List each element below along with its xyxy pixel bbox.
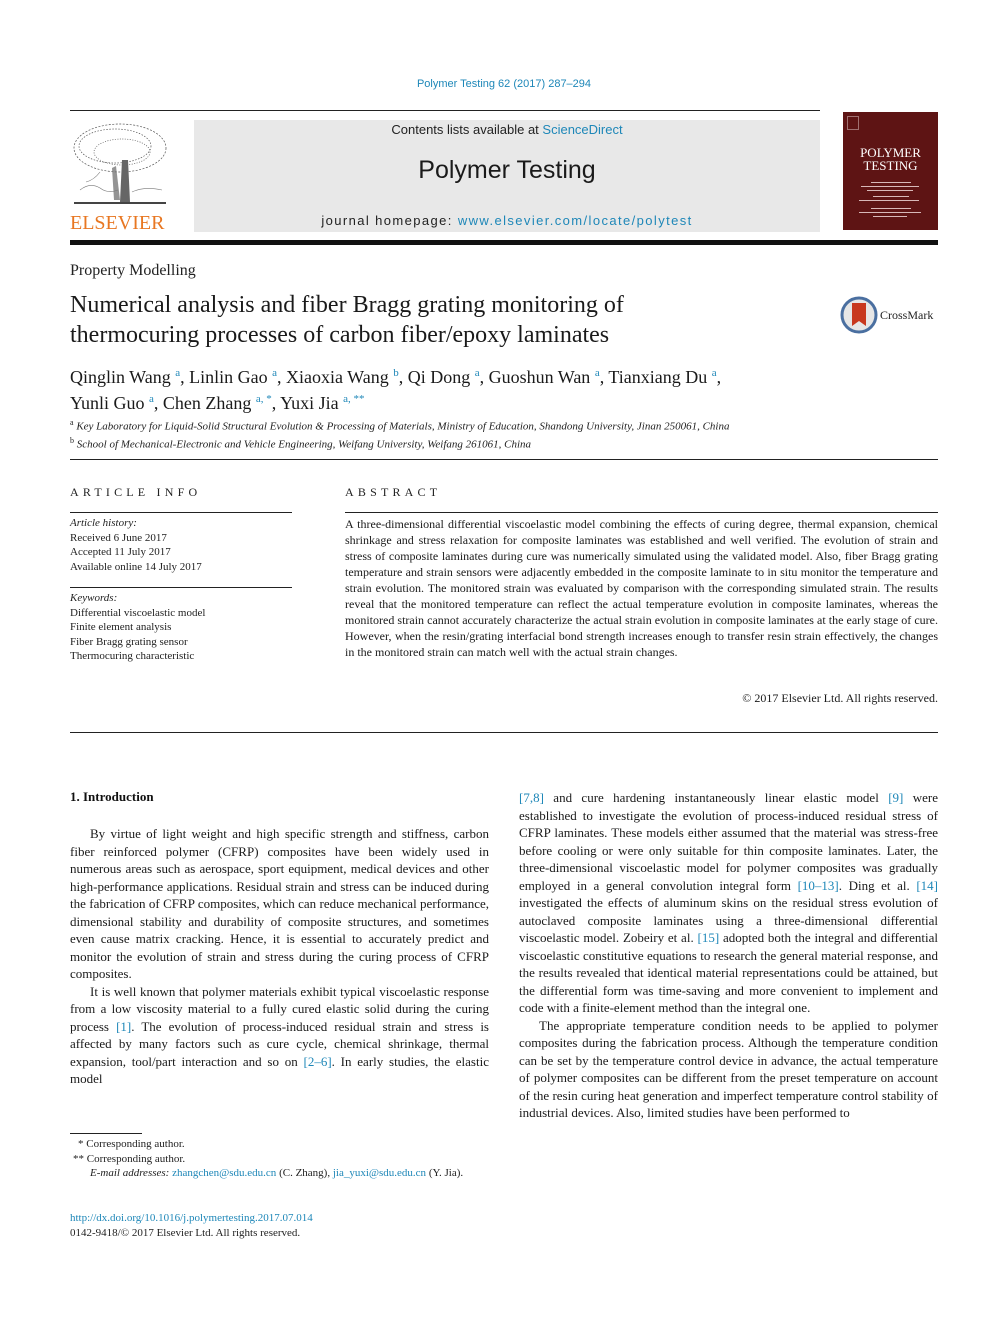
reference-link[interactable]: [10–13]: [798, 878, 839, 893]
email-link[interactable]: jia_yuxi@sdu.edu.cn: [333, 1167, 426, 1179]
article-info-rule: [70, 512, 292, 513]
article-history: Article history: Received 6 June 2017 Ac…: [70, 516, 295, 574]
keyword-item: Fiber Bragg grating sensor: [70, 635, 188, 648]
reference-link[interactable]: [7,8]: [519, 790, 544, 805]
abstract-heading: ABSTRACT: [345, 485, 442, 499]
doi-block: http://dx.doi.org/10.1016/j.polymertesti…: [70, 1211, 489, 1241]
abstract-divider: [70, 732, 938, 733]
footnote-corresponding-2: ** Corresponding author.: [73, 1152, 186, 1165]
reference-link[interactable]: [14]: [916, 878, 938, 893]
issn-copyright: 0142-9418/© 2017 Elsevier Ltd. All right…: [70, 1227, 301, 1239]
abstract-copyright: © 2017 Elsevier Ltd. All rights reserved…: [742, 691, 938, 705]
author-separator: ,: [716, 367, 722, 387]
keywords-rule: [70, 587, 292, 588]
article-section-label: Property Modelling: [70, 262, 196, 279]
history-accepted: Accepted 11 July 2017: [70, 546, 171, 558]
cover-title: POLYMER TESTING: [843, 146, 938, 172]
footnote-emails: E-mail addresses: zhangchen@sdu.edu.cn (…: [90, 1167, 464, 1179]
header-divider: [70, 459, 938, 460]
reference-link[interactable]: [2–6]: [304, 1054, 332, 1069]
author[interactable]: Xiaoxia Wang: [286, 367, 389, 387]
author-separator: ,: [180, 367, 190, 387]
journal-masthead: Contents lists available at ScienceDirec…: [194, 120, 820, 232]
paper-title-line1: Numerical analysis and fiber Bragg grati…: [70, 292, 624, 318]
footnote-rule: [70, 1133, 142, 1134]
author[interactable]: Linlin Gao: [189, 367, 268, 387]
affiliation-b: b School of Mechanical-Electronic and Ve…: [70, 435, 532, 451]
author-separator: ,: [398, 367, 408, 387]
cover-title-line2: TESTING: [863, 158, 918, 173]
abstract-rule: [345, 512, 938, 513]
keywords: Keywords: Differential viscoelastic mode…: [70, 591, 295, 664]
affiliations: a Key Laboratory for Liquid-Solid Struct…: [70, 416, 930, 451]
body-paragraph: By virtue of light weight and high speci…: [70, 826, 489, 981]
body-column-right: [7,8] and cure hardening instantaneously…: [519, 789, 938, 1122]
homepage-line: journal homepage: www.elsevier.com/locat…: [194, 213, 820, 228]
homepage-prefix: journal homepage:: [321, 213, 458, 228]
history-online: Available online 14 July 2017: [70, 560, 202, 573]
section-heading-introduction: 1. Introduction: [70, 789, 154, 804]
article-info-heading: ARTICLE INFO: [70, 485, 202, 499]
journal-citation-link[interactable]: Polymer Testing 62 (2017) 287–294: [0, 78, 992, 90]
journal-cover-thumbnail[interactable]: POLYMER TESTING: [843, 112, 938, 230]
cover-logo-icon: [847, 116, 859, 130]
affiliation-a: a Key Laboratory for Liquid-Solid Struct…: [70, 418, 730, 433]
article-history-label: Article history:: [70, 517, 137, 529]
email-link[interactable]: zhangchen@sdu.edu.cn: [172, 1167, 276, 1179]
author[interactable]: Qi Dong: [408, 367, 471, 387]
abstract-text: A three-dimensional differential viscoel…: [345, 517, 938, 659]
footnote-corresponding-1: * Corresponding author.: [78, 1138, 185, 1150]
author[interactable]: Tianxiang Du: [608, 367, 707, 387]
elsevier-wordmark: ELSEVIER: [70, 212, 165, 234]
journal-title: Polymer Testing: [418, 156, 596, 184]
author-separator: ,: [271, 393, 281, 413]
header-rule: [70, 110, 820, 111]
body-paragraph: It is well known that polymer materials …: [70, 983, 489, 1087]
paper-title-line2: thermocuring processes of carbon fiber/e…: [70, 322, 610, 348]
body-paragraph: [7,8] and cure hardening instantaneously…: [519, 790, 938, 1015]
crossmark-label: CrossMark: [880, 308, 934, 322]
reference-link[interactable]: [9]: [888, 790, 903, 805]
contents-prefix: Contents lists available at: [391, 122, 543, 137]
keyword-item: Finite element analysis: [70, 621, 172, 633]
author-separator: ,: [479, 367, 489, 387]
author-list: Qinglin Wang a, Linlin Gao a, Xiaoxia Wa…: [70, 362, 930, 414]
author[interactable]: Chen Zhang: [163, 393, 251, 413]
doi-link[interactable]: http://dx.doi.org/10.1016/j.polymertesti…: [70, 1211, 489, 1226]
body-column-left: By virtue of light weight and high speci…: [70, 825, 489, 1088]
crossmark-icon: [840, 296, 878, 334]
journal-homepage-link[interactable]: www.elsevier.com/locate/polytest: [458, 213, 693, 228]
crossmark-button[interactable]: CrossMark: [840, 296, 950, 336]
sciencedirect-link[interactable]: ScienceDirect: [542, 122, 622, 137]
keyword-item: Thermocuring characteristic: [70, 650, 195, 662]
footnotes: * Corresponding author. ** Corresponding…: [70, 1137, 489, 1181]
elsevier-tree-icon: [73, 123, 167, 204]
author-affiliation-mark[interactable]: a, **: [343, 393, 364, 405]
author-affiliation-mark[interactable]: a, *: [256, 393, 272, 405]
paper-title: Numerical analysis and fiber Bragg grati…: [70, 290, 790, 350]
author[interactable]: Qinglin Wang: [70, 367, 171, 387]
body-paragraph: The appropriate temperature condition ne…: [519, 1017, 938, 1121]
author-separator: ,: [153, 393, 163, 413]
author[interactable]: Guoshun Wan: [489, 367, 591, 387]
reference-link[interactable]: [15]: [697, 930, 719, 945]
author[interactable]: Yunli Guo: [70, 393, 145, 413]
history-received: Received 6 June 2017: [70, 531, 167, 544]
contents-line: Contents lists available at ScienceDirec…: [194, 122, 820, 137]
reference-link[interactable]: [1]: [116, 1019, 131, 1034]
keyword-item: Differential viscoelastic model: [70, 606, 206, 619]
masthead-thick-rule: [70, 240, 938, 245]
keywords-label: Keywords:: [70, 592, 118, 604]
author[interactable]: Yuxi Jia: [280, 393, 339, 413]
author-separator: ,: [277, 367, 286, 387]
